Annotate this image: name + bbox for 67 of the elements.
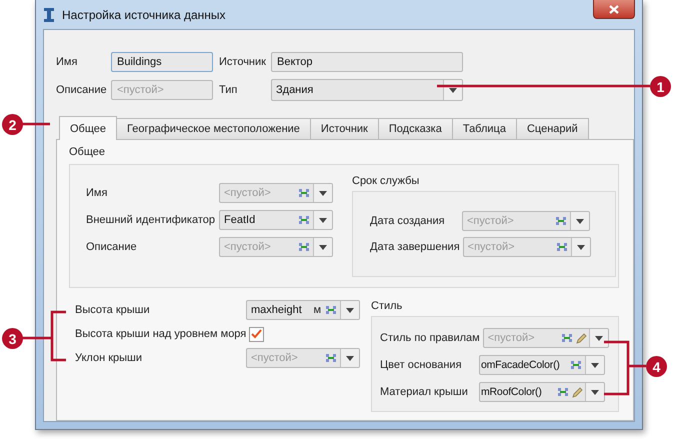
caret-icon — [594, 336, 603, 340]
tab[interactable]: Источник — [310, 118, 379, 139]
window-title: Настройка источника данных — [62, 8, 226, 22]
callout-marker: 3 — [2, 328, 23, 349]
caret-icon — [576, 218, 584, 224]
field-label: Дата создания — [370, 215, 446, 227]
caret-icon — [319, 190, 327, 196]
type-dropdown[interactable]: Здания — [271, 79, 463, 101]
close-button[interactable] — [593, 0, 635, 19]
link-icon — [570, 360, 582, 370]
name-field[interactable]: Buildings — [111, 52, 213, 72]
field-label: Материал крыши — [380, 386, 469, 398]
caret-icon — [449, 88, 457, 92]
link-icon — [298, 215, 310, 225]
link-icon — [555, 216, 567, 226]
link-icon — [325, 305, 337, 315]
checkbox[interactable] — [249, 326, 264, 342]
field-label: Описание — [86, 241, 138, 253]
dropdown-field[interactable]: omFacadeColor() — [479, 355, 605, 375]
field-label: Описание — [56, 84, 108, 96]
link-icon — [557, 387, 569, 397]
leader-line — [22, 122, 50, 126]
tab[interactable]: Географическое местоположение — [116, 118, 311, 139]
dropdown-field[interactable]: mRoofColor() — [479, 382, 605, 402]
field-label: Уклон крыши — [75, 352, 144, 364]
tab[interactable]: Сценарий — [516, 118, 589, 139]
group-title: Общее — [69, 146, 106, 158]
field-label: Источник — [218, 56, 267, 68]
field-label: Внешний идентификатор — [86, 214, 216, 226]
tab[interactable]: Общее — [59, 116, 118, 140]
field-label: Высота крыши над уровнем моря — [75, 328, 248, 340]
field-label: Имя — [86, 187, 108, 199]
caret-icon — [319, 244, 327, 250]
caret-icon — [346, 356, 354, 360]
caret-icon — [591, 362, 599, 368]
pencil-icon — [572, 386, 583, 398]
group-title: Срок службы — [352, 175, 420, 187]
field-label: Цвет основания — [380, 359, 463, 371]
dropdown-field[interactable]: maxheight м — [246, 300, 360, 320]
callout-marker: 4 — [646, 356, 667, 377]
pencil-icon — [576, 332, 587, 344]
close-icon — [609, 4, 619, 14]
link-icon — [325, 353, 337, 363]
field-label: Высота крыши — [75, 304, 151, 316]
field-label: Дата завершения — [370, 241, 461, 253]
callout-marker: 1 — [650, 76, 671, 97]
field-label: Имя — [56, 56, 78, 68]
field-label: Стиль по правилам — [380, 332, 481, 344]
dropdown-field[interactable]: FeatId — [219, 210, 333, 230]
caret-icon — [346, 308, 354, 312]
caret-icon — [319, 218, 327, 222]
callout-marker: 2 — [2, 114, 23, 135]
caret-icon — [576, 244, 585, 250]
field-label: Тип — [218, 84, 238, 96]
tab[interactable]: Таблица — [452, 118, 517, 139]
leader-line — [602, 340, 648, 396]
link-icon — [298, 242, 310, 252]
source-field[interactable]: Вектор — [271, 52, 463, 72]
tab[interactable]: Подсказка — [378, 118, 453, 139]
link-icon — [560, 333, 573, 343]
link-icon — [556, 242, 568, 252]
leader-line — [20, 310, 68, 362]
app-icon — [42, 6, 56, 22]
group-title: Стиль — [371, 300, 402, 312]
caret-icon — [591, 390, 599, 394]
description-field[interactable]: <пустой> — [111, 80, 213, 100]
link-icon — [298, 188, 310, 198]
